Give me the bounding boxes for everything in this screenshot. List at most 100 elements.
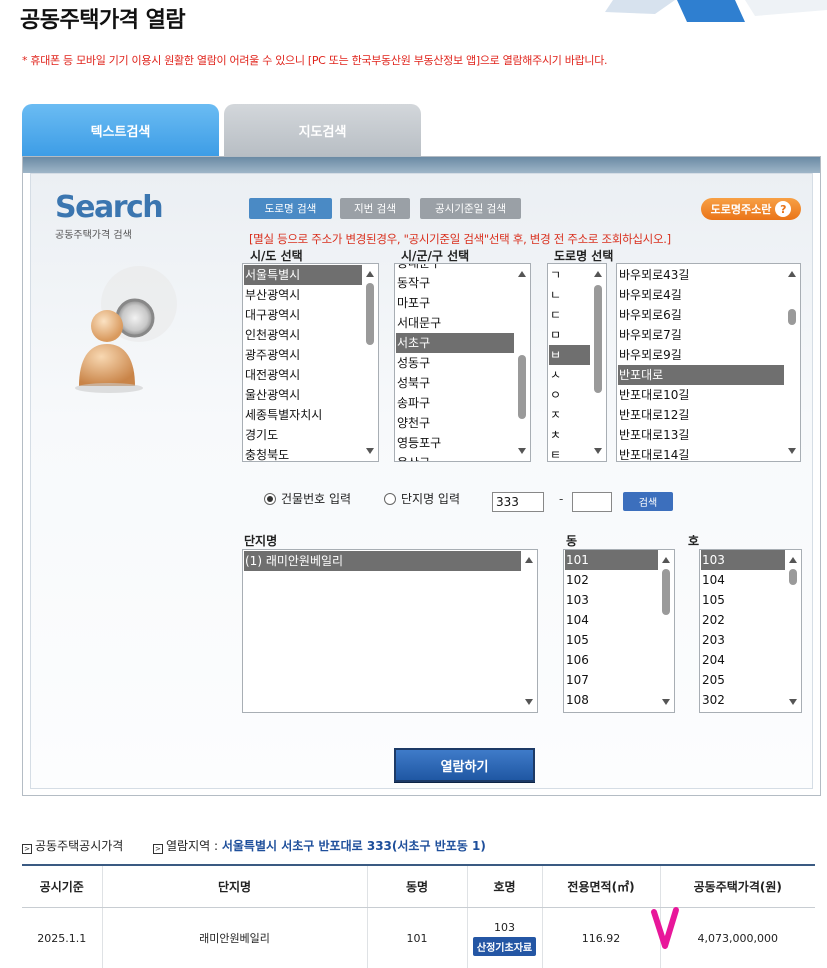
sigungu-option[interactable]: 마포구 bbox=[396, 293, 514, 313]
initial-option[interactable]: ㅁ bbox=[549, 325, 590, 345]
ho-option[interactable]: 203 bbox=[701, 630, 785, 650]
sido-option[interactable]: 경기도 bbox=[244, 425, 362, 445]
sigungu-option[interactable]: 양천구 bbox=[396, 413, 514, 433]
building-number-sub-input[interactable] bbox=[572, 492, 612, 512]
header-area: 전용면적(㎡) bbox=[541, 864, 660, 908]
table-header-row: 공시기준 단지명 동명 호명 전용면적(㎡) 공동주택가격(원) bbox=[22, 864, 815, 908]
initial-option[interactable]: ㄴ bbox=[549, 285, 590, 305]
initial-scrollbar[interactable] bbox=[591, 265, 605, 460]
dong-option[interactable]: 104 bbox=[565, 610, 658, 630]
road-address-info-button[interactable]: 도로명주소란 ? bbox=[701, 198, 801, 220]
dong-option[interactable]: 108 bbox=[565, 690, 658, 710]
sigungu-list[interactable]: 동대문구동작구마포구서대문구서초구성동구성북구송파구양천구영등포구용산구 bbox=[394, 263, 531, 462]
road-option[interactable]: 반포대로 bbox=[618, 365, 784, 385]
ho-scrollbar[interactable] bbox=[786, 551, 800, 711]
dong-option[interactable]: 107 bbox=[565, 670, 658, 690]
complex-option[interactable]: (1) 래미안원베일리 bbox=[244, 551, 521, 571]
initial-list[interactable]: ㄱㄴㄷㅁㅂㅅㅇㅈㅊㅌ bbox=[547, 263, 607, 462]
sigungu-option[interactable]: 송파구 bbox=[396, 393, 514, 413]
sido-option[interactable]: 울산광역시 bbox=[244, 385, 362, 405]
road-option[interactable]: 바우뫼로43길 bbox=[618, 265, 784, 285]
ho-option[interactable]: 104 bbox=[701, 570, 785, 590]
complex-list[interactable]: (1) 래미안원베일리 bbox=[242, 549, 538, 713]
basis-data-button[interactable]: 산정기초자료 bbox=[472, 936, 537, 956]
dong-option[interactable]: 103 bbox=[565, 590, 658, 610]
dong-option[interactable]: 109 bbox=[565, 710, 658, 712]
cell-ho: 103 산정기초자료 bbox=[466, 907, 542, 968]
road-scrollbar[interactable] bbox=[785, 265, 799, 460]
building-number-main-input[interactable]: 333 bbox=[492, 492, 544, 512]
dong-option[interactable]: 105 bbox=[565, 630, 658, 650]
dong-list[interactable]: 101102103104105106107108109110 bbox=[563, 549, 675, 713]
initial-option[interactable]: ㅇ bbox=[549, 385, 590, 405]
dong-option[interactable]: 102 bbox=[565, 570, 658, 590]
sigungu-option[interactable]: 서초구 bbox=[396, 333, 514, 353]
radio-complex-name[interactable]: 단지명 입력 bbox=[384, 490, 460, 507]
area-label: 열람지역 : bbox=[165, 839, 219, 853]
sido-list[interactable]: 서울특별시 부산광역시 대구광역시 인천광역시 광주광역시 대전광역시 울산광역시 세종특별자… bbox=[242, 263, 379, 462]
jibun-search-button[interactable]: 지번 검색 bbox=[340, 198, 410, 219]
ho-option[interactable]: 103 bbox=[701, 550, 785, 570]
tab-map-search[interactable]: 지도검색 bbox=[224, 104, 421, 156]
dong-scrollbar[interactable] bbox=[659, 551, 673, 711]
sido-scrollbar[interactable] bbox=[363, 265, 377, 460]
sido-option[interactable]: 세종특별자치시 bbox=[244, 405, 362, 425]
initial-option[interactable]: ㅂ bbox=[549, 345, 590, 365]
complex-label: 단지명 bbox=[244, 534, 278, 548]
help-icon: ? bbox=[775, 201, 792, 217]
sigungu-option[interactable]: 동작구 bbox=[396, 273, 514, 293]
road-option[interactable]: 바우뫼로4길 bbox=[618, 285, 784, 305]
view-button[interactable]: 열람하기 bbox=[394, 748, 535, 782]
complex-scrollbar[interactable] bbox=[522, 551, 536, 711]
ho-option[interactable]: 105 bbox=[701, 590, 785, 610]
road-list[interactable]: 바우뫼로43길 바우뫼로4길 바우뫼로6길 바우뫼로7길 바우뫼로9길 반포대로 반포대로1… bbox=[616, 263, 801, 462]
ho-option[interactable]: 303 bbox=[701, 710, 785, 712]
road-option[interactable]: 바우뫼로6길 bbox=[618, 305, 784, 325]
tab-text-search[interactable]: 텍스트검색 bbox=[22, 104, 219, 156]
number-search-button[interactable]: 검색 bbox=[623, 492, 673, 511]
dong-option[interactable]: 106 bbox=[565, 650, 658, 670]
road-option[interactable]: 바우뫼로9길 bbox=[618, 345, 784, 365]
dong-option[interactable]: 101 bbox=[565, 550, 658, 570]
cell-dong: 101 bbox=[366, 907, 467, 968]
initial-option[interactable]: ㅅ bbox=[549, 365, 590, 385]
sigungu-option[interactable]: 동대문구 bbox=[396, 264, 514, 273]
radio-dot bbox=[384, 492, 396, 505]
initial-option[interactable]: ㅈ bbox=[549, 405, 590, 425]
initial-option[interactable]: ㅌ bbox=[549, 445, 590, 461]
sigungu-option[interactable]: 용산구 bbox=[396, 453, 514, 461]
sigungu-option[interactable]: 서대문구 bbox=[396, 313, 514, 333]
road-option[interactable]: 반포대로12길 bbox=[618, 405, 784, 425]
header-price: 공동주택가격(원) bbox=[659, 864, 815, 908]
sido-label: 시/도 선택 bbox=[250, 249, 303, 263]
initial-option[interactable]: ㄷ bbox=[549, 305, 590, 325]
ho-list[interactable]: 103104105202203204205302303304 bbox=[699, 549, 802, 713]
ho-option[interactable]: 204 bbox=[701, 650, 785, 670]
sido-option[interactable]: 대전광역시 bbox=[244, 365, 362, 385]
road-option[interactable]: 반포대로13길 bbox=[618, 425, 784, 445]
sido-option[interactable]: 광주광역시 bbox=[244, 345, 362, 365]
ho-option[interactable]: 205 bbox=[701, 670, 785, 690]
sido-option[interactable]: 충청북도 bbox=[244, 445, 362, 461]
sido-option[interactable]: 부산광역시 bbox=[244, 285, 362, 305]
road-search-button[interactable]: 도로명 검색 bbox=[249, 198, 332, 219]
sido-option[interactable]: 대구광역시 bbox=[244, 305, 362, 325]
initial-option[interactable]: ㅊ bbox=[549, 425, 590, 445]
sido-option[interactable]: 인천광역시 bbox=[244, 325, 362, 345]
header-ho: 호명 bbox=[466, 864, 542, 908]
page-title: 공동주택가격 열람 bbox=[20, 8, 186, 33]
initial-option[interactable]: ㄱ bbox=[549, 265, 590, 285]
ho-option[interactable]: 302 bbox=[701, 690, 785, 710]
road-option[interactable]: 바우뫼로7길 bbox=[618, 325, 784, 345]
date-search-button[interactable]: 공시기준일 검색 bbox=[420, 198, 521, 219]
sigungu-option[interactable]: 영등포구 bbox=[396, 433, 514, 453]
sigungu-option[interactable]: 성동구 bbox=[396, 353, 514, 373]
road-option[interactable]: 반포대로10길 bbox=[618, 385, 784, 405]
sido-option[interactable]: 서울특별시 bbox=[244, 265, 362, 285]
road-option[interactable]: 반포대로14길 bbox=[618, 445, 784, 461]
ho-option[interactable]: 202 bbox=[701, 610, 785, 630]
sigungu-option[interactable]: 성북구 bbox=[396, 373, 514, 393]
radio-building-number[interactable]: 건물번호 입력 bbox=[264, 490, 351, 507]
sigungu-scrollbar[interactable] bbox=[515, 265, 529, 460]
search-note: [멸실 등으로 주소가 변경된경우, "공시기준일 검색"선택 후, 변경 전 … bbox=[249, 232, 671, 246]
